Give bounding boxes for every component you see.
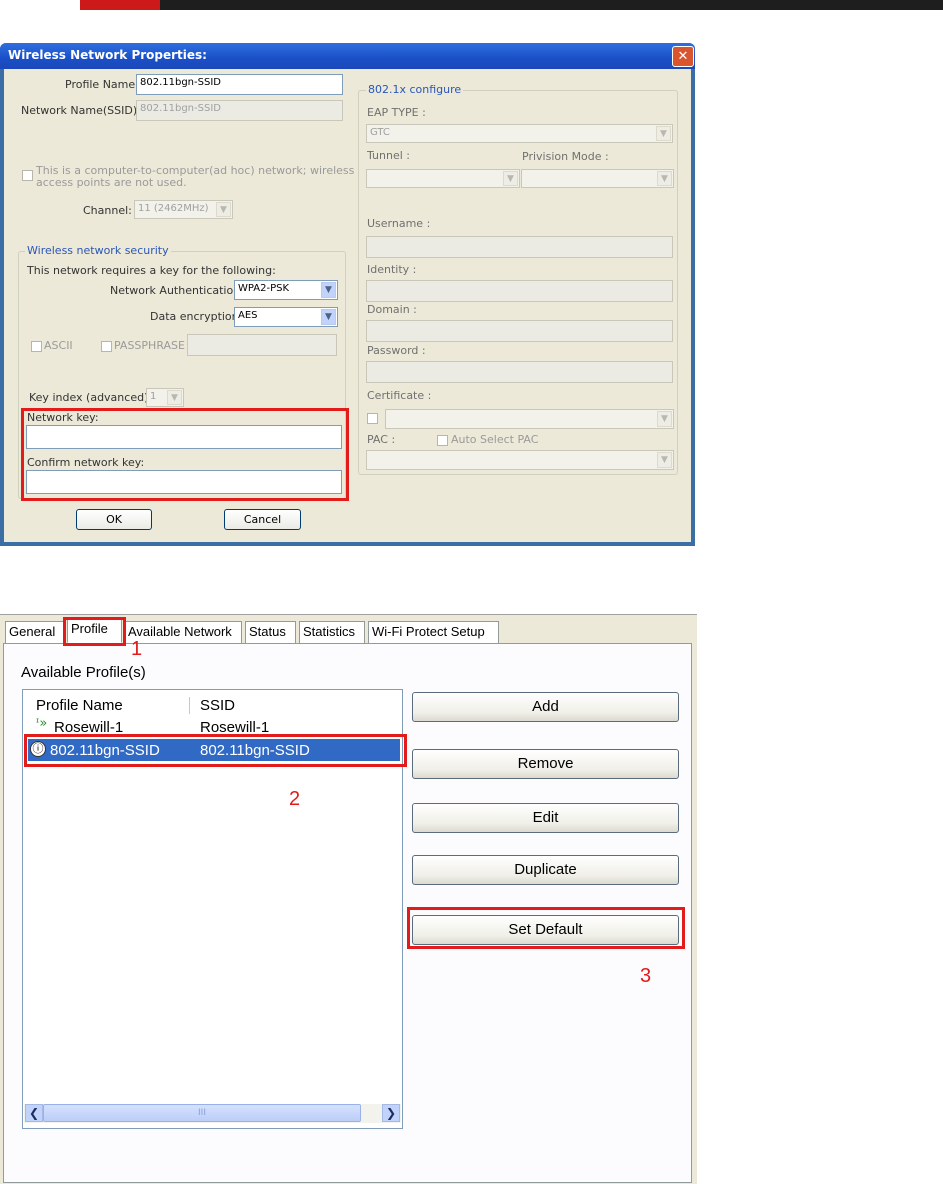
encryption-value: AES [238,310,258,321]
available-profiles-label: Available Profile(s) [21,664,146,681]
chevron-down-icon: ▼ [321,282,336,298]
wep-key-input[interactable] [187,334,337,356]
profile-name-label: Profile Name: [65,78,139,91]
key-index-value: 1 [150,391,157,402]
auto-pac-label: Auto Select PAC [451,433,539,446]
key-index-label: Key index (advanced): [29,391,153,404]
scroll-left-icon[interactable]: ❮ [25,1104,43,1122]
adhoc-checkbox[interactable] [22,170,33,181]
username-label: Username : [367,217,431,230]
network-key-input[interactable] [26,425,342,449]
column-divider [189,697,190,714]
signal-icon: ᶦ» [36,717,48,731]
auth-select[interactable]: WPA2-PSK ▼ [234,280,338,300]
cancel-button[interactable]: Cancel [224,509,301,530]
tunnel-select[interactable]: ▼ [366,169,520,188]
close-icon[interactable]: ✕ [672,46,694,67]
profile-tab-highlight [63,617,126,646]
tab-statistics[interactable]: Statistics [299,621,365,643]
eap-type-select[interactable]: GTC ▼ [366,124,673,143]
encryption-label: Data encryption: [150,310,243,323]
step-number-2: 2 [289,788,301,810]
key-index-select[interactable]: 1 ▼ [146,388,184,407]
tunnel-label: Tunnel : [367,149,410,162]
add-button[interactable]: Add [412,692,679,722]
edit-button[interactable]: Edit [412,803,679,833]
domain-label: Domain : [367,303,417,316]
certificate-checkbox[interactable] [367,413,378,424]
passphrase-checkbox[interactable] [101,341,112,352]
certificate-select[interactable]: ▼ [385,409,674,429]
scroll-right-icon[interactable]: ❯ [382,1104,400,1122]
profile-name-input[interactable]: 802.11bgn-SSID [136,74,343,95]
chevron-down-icon: ▼ [656,126,671,141]
passphrase-label: PASSPHRASE [114,339,185,352]
ascii-checkbox[interactable] [31,341,42,352]
tab-wifi-protect-setup[interactable]: Wi-Fi Protect Setup [368,621,499,643]
ascii-label: ASCII [44,339,73,352]
column-header-profile-name[interactable]: Profile Name [36,697,123,714]
scroll-thumb[interactable]: III [43,1104,361,1122]
selected-profile-highlight [24,734,407,767]
password-input[interactable] [366,361,673,383]
duplicate-button[interactable]: Duplicate [412,855,679,885]
eap-type-label: EAP TYPE : [367,106,426,119]
chevron-down-icon: ▼ [216,202,231,217]
dot1x-group-title: 802.1x configure [366,83,464,96]
certificate-label: Certificate : [367,389,432,402]
provision-mode-select[interactable]: ▼ [521,169,674,188]
chevron-down-icon: ▼ [503,171,518,186]
ssid-input[interactable]: 802.11bgn-SSID [136,100,343,121]
chevron-down-icon: ▼ [657,452,672,468]
ok-button[interactable]: OK [76,509,152,530]
dialog-title: Wireless Network Properties: [8,48,207,62]
identity-label: Identity : [367,263,417,276]
column-header-ssid[interactable]: SSID [200,697,235,714]
eap-type-value: GTC [370,127,390,138]
security-intro: This network requires a key for the foll… [27,264,276,277]
provision-mode-label: Privision Mode : [522,150,609,163]
set-default-highlight [407,907,685,949]
channel-value: 11 (2462MHz) [138,203,209,214]
password-label: Password : [367,344,426,357]
chevron-down-icon: ▼ [657,171,672,186]
chevron-down-icon: ▼ [657,411,672,427]
identity-input[interactable] [366,280,673,302]
chevron-down-icon: ▼ [167,390,182,405]
step-number-1: 1 [131,638,143,660]
step-number-3: 3 [640,965,652,987]
ssid-label: Network Name(SSID): [21,104,141,117]
pac-select[interactable]: ▼ [366,450,674,470]
chevron-down-icon: ▼ [321,309,336,325]
username-input[interactable] [366,236,673,258]
domain-input[interactable] [366,320,673,342]
auto-pac-checkbox[interactable] [437,435,448,446]
page-header-bar [160,0,943,10]
pac-label: PAC : [367,433,396,446]
remove-button[interactable]: Remove [412,749,679,779]
adhoc-text-line-2: access points are not used. [36,176,187,189]
confirm-key-label: Confirm network key: [27,456,145,469]
encryption-select[interactable]: AES ▼ [234,307,338,327]
channel-label: Channel: [83,204,132,217]
auth-label: Network Authentication: [110,284,244,297]
channel-select[interactable]: 11 (2462MHz) ▼ [134,200,233,219]
confirm-key-input[interactable] [26,470,342,494]
tab-status[interactable]: Status [245,621,296,643]
tab-general[interactable]: General [5,621,66,643]
security-group-title: Wireless network security [25,244,171,257]
page-header-accent [80,0,160,10]
auth-value: WPA2-PSK [238,283,290,294]
network-key-label: Network key: [27,411,99,424]
